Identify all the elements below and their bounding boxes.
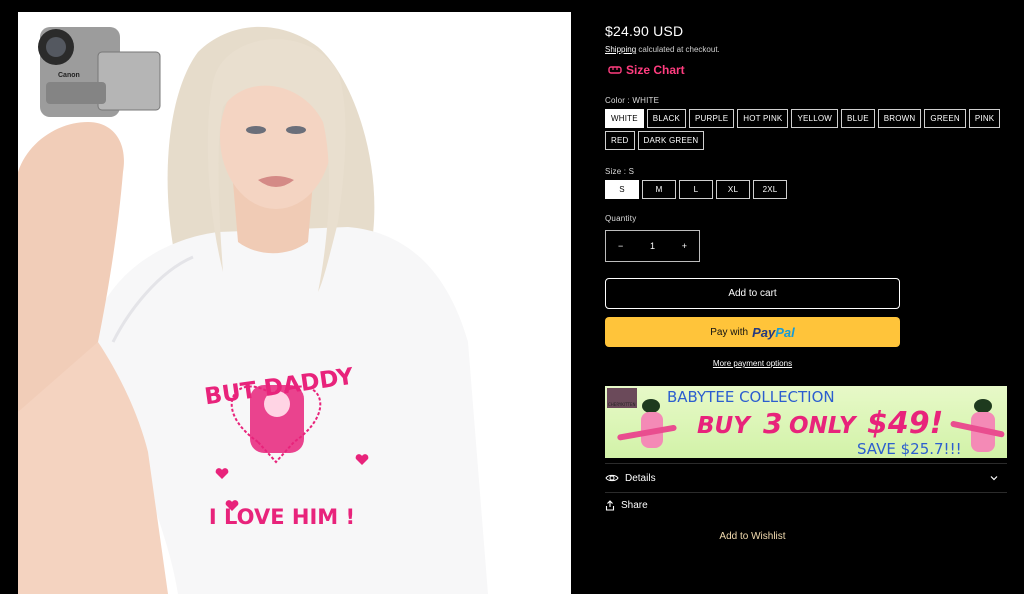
color-option-hot-pink[interactable]: HOT PINK xyxy=(737,109,789,128)
size-chart-link[interactable]: Size Chart xyxy=(608,63,685,77)
shipping-text: calculated at checkout. xyxy=(638,45,720,54)
more-payment-options-link[interactable]: More payment options xyxy=(605,359,900,368)
color-option-brown[interactable]: BROWN xyxy=(877,109,922,128)
product-info: $24.90 USD Shipping calculated at checko… xyxy=(605,0,1007,594)
add-to-wishlist-button[interactable]: Add to Wishlist xyxy=(605,531,900,542)
quantity-increase-button[interactable]: + xyxy=(682,241,687,251)
chevron-down-icon xyxy=(990,476,998,481)
color-option-dark-green[interactable]: DARK GREEN xyxy=(637,131,705,150)
paypal-button[interactable]: Pay with PayPal xyxy=(605,317,900,347)
promo-banner[interactable]: CHERYKITTEN BABYTEE COLLECTION BUY 3 ONL… xyxy=(605,386,1007,458)
size-option-s[interactable]: S xyxy=(605,180,639,199)
color-label: Color : WHITE xyxy=(605,96,660,105)
quantity-decrease-button[interactable]: − xyxy=(618,241,623,251)
product-photo: BUT DADDY I LOVE HIM ! Canon xyxy=(18,12,571,594)
share-button[interactable]: Share xyxy=(605,500,648,511)
shipping-link[interactable]: Shipping xyxy=(605,45,636,54)
details-label: Details xyxy=(625,472,656,484)
camera-brand: Canon xyxy=(58,72,80,79)
color-options: WHITE BLACK PURPLE HOT PINK YELLOW BLUE … xyxy=(605,109,1007,150)
size-option-m[interactable]: M xyxy=(642,180,676,199)
color-option-green[interactable]: GREEN xyxy=(924,109,966,128)
shipping-note: Shipping calculated at checkout. xyxy=(605,45,720,54)
size-option-2xl[interactable]: 2XL xyxy=(753,180,787,199)
product-price: $24.90 USD xyxy=(605,23,684,39)
add-to-cart-button[interactable]: Add to cart xyxy=(605,278,900,309)
product-image[interactable]: BUT DADDY I LOVE HIM ! Canon xyxy=(18,12,571,594)
ruler-icon xyxy=(608,66,622,74)
banner-title: BABYTEE COLLECTION xyxy=(667,388,835,406)
quantity-stepper: − 1 + xyxy=(605,230,700,262)
banner-buy: BUY xyxy=(697,413,752,439)
size-chart-label: Size Chart xyxy=(626,63,685,77)
promo-banner-graphic: CHERYKITTEN BABYTEE COLLECTION BUY 3 ONL… xyxy=(605,386,1007,458)
banner-price: $49! xyxy=(867,406,943,441)
color-option-red[interactable]: RED xyxy=(605,131,635,150)
color-option-blue[interactable]: BLUE xyxy=(841,109,875,128)
banner-count: 3 xyxy=(763,407,782,440)
size-options: S M L XL 2XL xyxy=(605,180,1007,199)
color-option-white[interactable]: WHITE xyxy=(605,109,644,128)
paypal-prefix: Pay with xyxy=(710,326,749,338)
quantity-label: Quantity xyxy=(605,214,637,223)
details-accordion[interactable]: Details xyxy=(605,463,1007,493)
share-icon xyxy=(605,500,615,511)
color-option-pink[interactable]: PINK xyxy=(968,109,1001,128)
share-label: Share xyxy=(621,500,648,511)
size-option-xl[interactable]: XL xyxy=(716,180,750,199)
quantity-value[interactable]: 1 xyxy=(650,241,655,251)
paypal-logo: PayPal xyxy=(752,324,795,340)
eye-icon xyxy=(605,474,619,482)
banner-save: SAVE $25.7!!! xyxy=(857,440,962,458)
color-option-purple[interactable]: PURPLE xyxy=(689,109,735,128)
color-option-black[interactable]: BLACK xyxy=(646,109,687,128)
banner-brand: CHERYKITTEN xyxy=(608,402,635,407)
size-label: Size : S xyxy=(605,167,635,176)
color-option-yellow[interactable]: YELLOW xyxy=(791,109,839,128)
banner-only: ONLY xyxy=(789,413,858,439)
size-option-l[interactable]: L xyxy=(679,180,713,199)
